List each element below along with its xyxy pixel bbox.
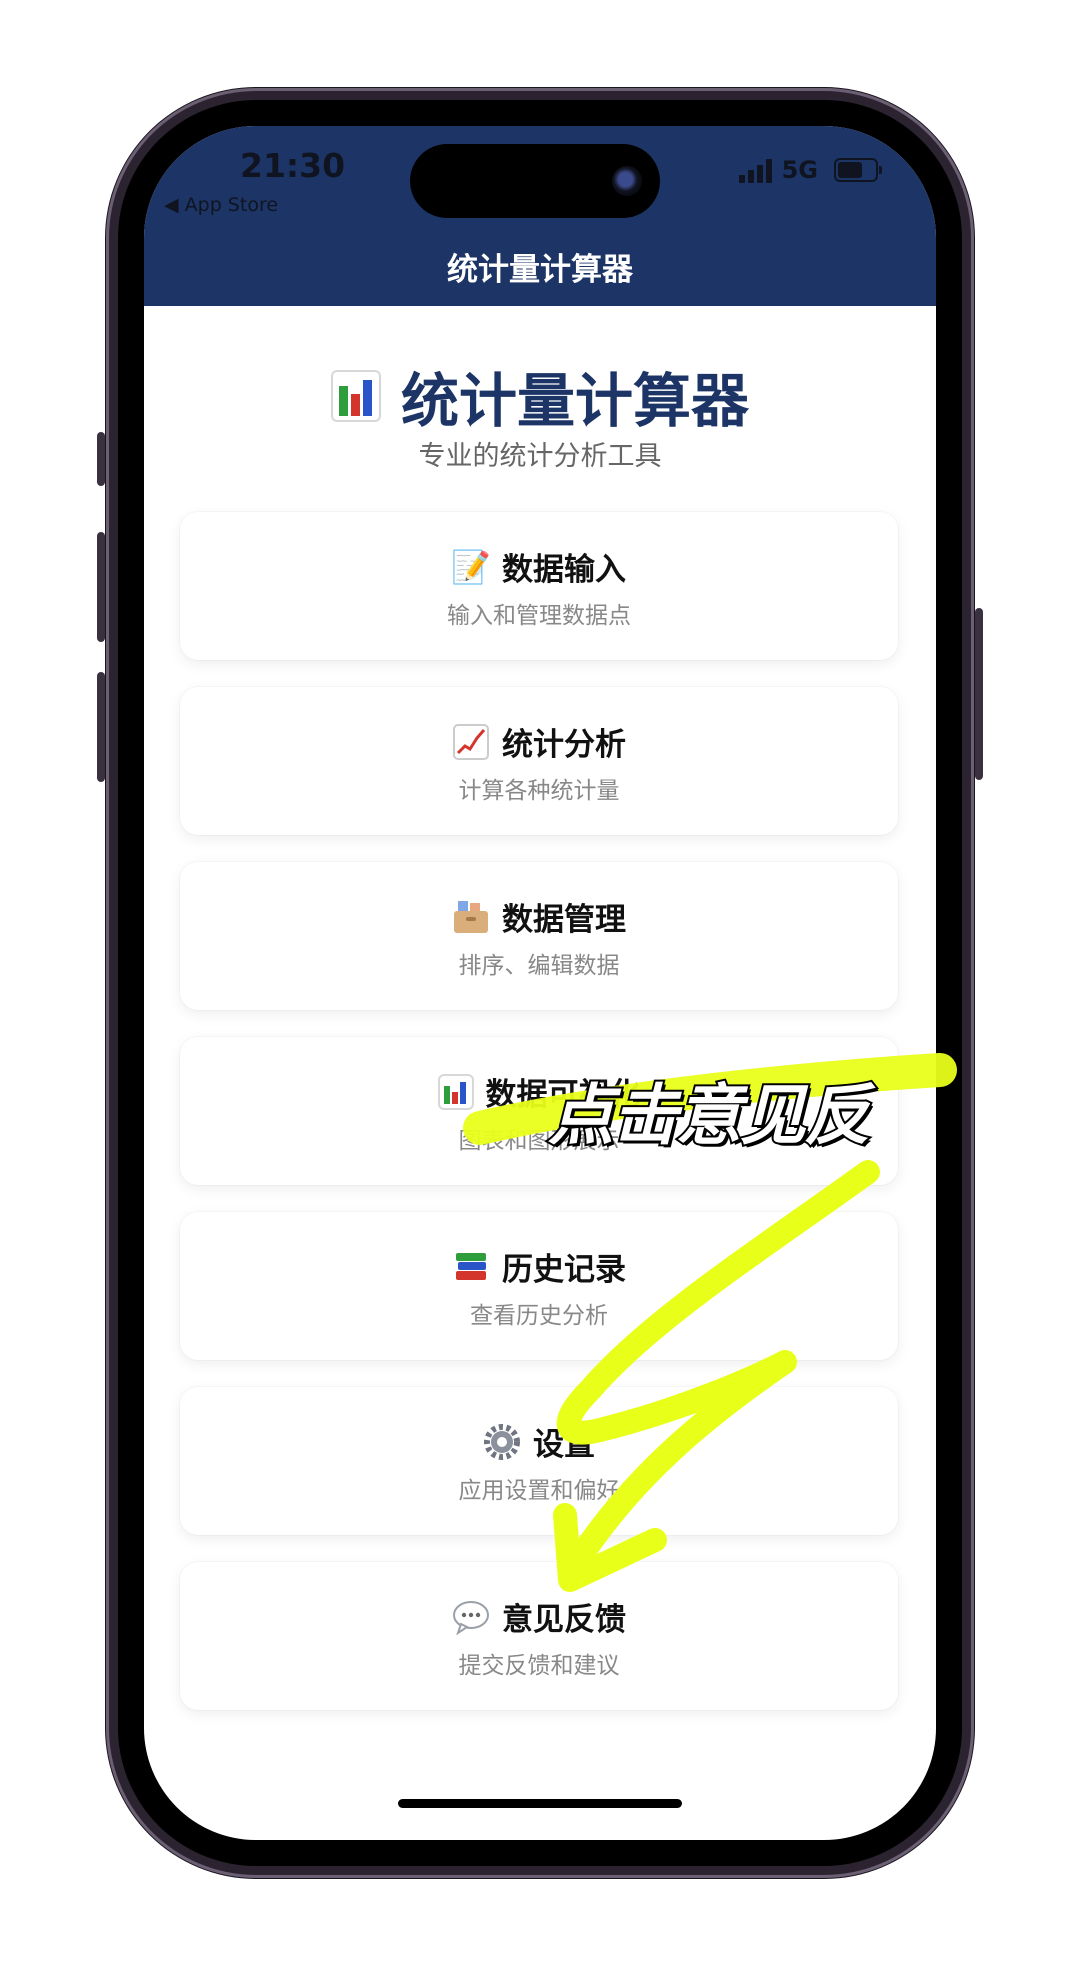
books-icon bbox=[452, 1248, 490, 1286]
menu-card-settings[interactable]: 设置 应用设置和偏好 bbox=[180, 1387, 898, 1535]
card-desc: 排序、编辑数据 bbox=[458, 953, 620, 979]
bar-chart-icon bbox=[437, 1073, 474, 1110]
screen: 21:30 ◀ App Store 5G 统计量计算器 统计量计算器 专业的统计… bbox=[144, 126, 936, 1840]
card-title: 数据管理 bbox=[180, 894, 898, 939]
power-button bbox=[975, 608, 983, 780]
card-desc: 查看历史分析 bbox=[470, 1303, 608, 1329]
annotation-text: 点击意见反 bbox=[546, 1075, 872, 1156]
page-title-text: 统计量计算器 bbox=[400, 367, 749, 435]
card-title: 📝 数据输入 bbox=[180, 544, 898, 589]
menu-card-data-management[interactable]: 数据管理 排序、编辑数据 bbox=[180, 862, 898, 1010]
bar-chart-icon bbox=[330, 370, 381, 422]
status-time: 21:30 bbox=[240, 146, 346, 185]
gear-icon bbox=[483, 1423, 521, 1461]
bezel: 21:30 ◀ App Store 5G 统计量计算器 统计量计算器 专业的统计… bbox=[118, 100, 962, 1866]
card-title-text: 历史记录 bbox=[502, 1252, 626, 1288]
battery-icon bbox=[834, 158, 882, 182]
card-desc: 提交反馈和建议 bbox=[458, 1653, 620, 1679]
card-title-text: 设置 bbox=[533, 1427, 595, 1463]
navigation-bar: 21:30 ◀ App Store 5G 统计量计算器 bbox=[144, 126, 936, 306]
card-title: 设置 bbox=[180, 1419, 898, 1464]
card-title: 统计分析 bbox=[180, 719, 898, 764]
menu-card-statistics[interactable]: 统计分析 计算各种统计量 bbox=[180, 687, 898, 835]
camera-icon bbox=[612, 166, 642, 196]
nav-title: 统计量计算器 bbox=[447, 252, 633, 288]
card-desc: 计算各种统计量 bbox=[458, 778, 620, 804]
back-to-app-store-link[interactable]: ◀ App Store bbox=[164, 194, 278, 216]
card-title-text: 数据管理 bbox=[502, 902, 626, 938]
card-file-box-icon bbox=[452, 898, 490, 936]
page-title: 统计量计算器 bbox=[144, 354, 936, 438]
card-desc: 输入和管理数据点 bbox=[447, 603, 631, 629]
card-title: 意见反馈 bbox=[180, 1594, 898, 1639]
card-title-text: 数据输入 bbox=[502, 552, 626, 588]
signal-icon bbox=[738, 157, 772, 183]
memo-icon: 📝 bbox=[451, 547, 491, 586]
chart-increasing-icon bbox=[452, 723, 490, 761]
menu-card-feedback[interactable]: 意见反馈 提交反馈和建议 bbox=[180, 1562, 898, 1710]
menu-card-data-input[interactable]: 📝 数据输入 输入和管理数据点 bbox=[180, 512, 898, 660]
network-type: 5G bbox=[781, 156, 818, 184]
menu-card-history[interactable]: 历史记录 查看历史分析 bbox=[180, 1212, 898, 1360]
action-button bbox=[97, 432, 105, 486]
card-title: 历史记录 bbox=[180, 1244, 898, 1289]
volume-down-button bbox=[97, 672, 105, 782]
card-desc: 应用设置和偏好 bbox=[458, 1478, 620, 1504]
volume-up-button bbox=[97, 532, 105, 642]
home-indicator bbox=[398, 1799, 682, 1808]
card-title-text: 统计分析 bbox=[502, 727, 626, 763]
phone-frame: 21:30 ◀ App Store 5G 统计量计算器 统计量计算器 专业的统计… bbox=[97, 88, 983, 1878]
dynamic-island bbox=[410, 144, 660, 218]
speech-bubble-icon bbox=[452, 1598, 490, 1636]
card-title-text: 意见反馈 bbox=[502, 1602, 626, 1638]
status-indicators: 5G bbox=[738, 156, 882, 184]
page-subtitle: 专业的统计分析工具 bbox=[418, 441, 662, 472]
